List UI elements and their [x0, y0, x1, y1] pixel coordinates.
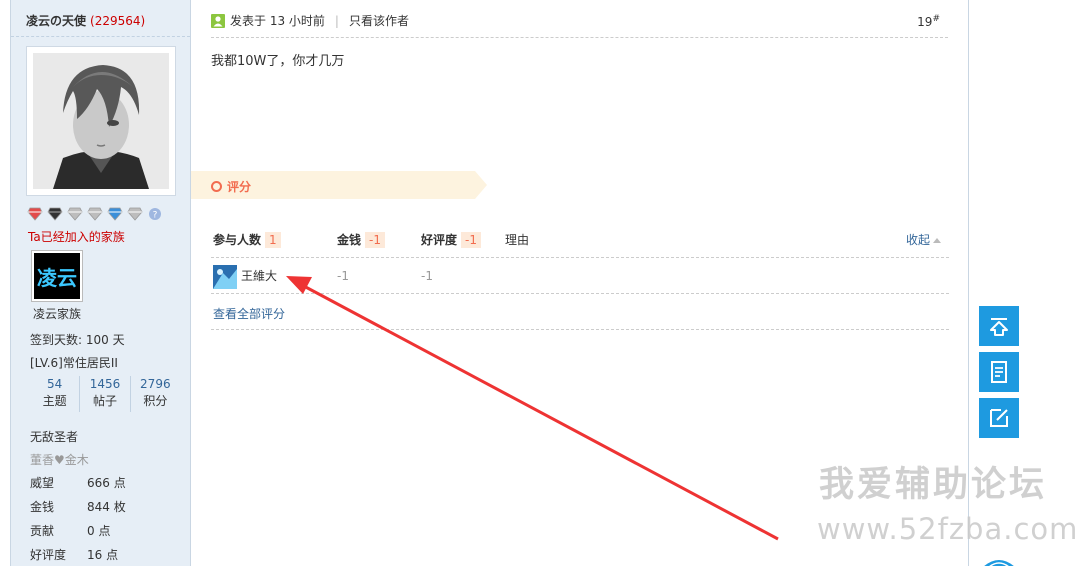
only-author-link[interactable]: 只看该作者	[349, 12, 409, 29]
rating-banner: 评分	[191, 171, 487, 199]
silver-medal-icon[interactable]	[87, 207, 103, 221]
rating-table: 参与人数 1 金钱 -1 好评度 -1 理由 收起 王維大 -1 -1 查看全部评分	[211, 222, 949, 330]
rating-title-text: 评分	[227, 180, 252, 194]
goodness-total-badge: -1	[461, 232, 481, 248]
divider	[11, 36, 190, 37]
rater-money: -1	[337, 269, 349, 283]
header-goodness: 好评度 -1	[421, 231, 481, 248]
stat-value: 2796	[140, 377, 171, 391]
floor-mark: #	[932, 14, 940, 24]
stat-label: 主题	[42, 394, 67, 408]
stat-threads[interactable]: 54 主题	[30, 376, 79, 412]
user-title: 无敌圣者	[30, 430, 79, 444]
floor-number[interactable]: 19#	[917, 14, 940, 29]
rating-title: 评分	[211, 178, 251, 195]
stat-value: 54	[47, 377, 63, 391]
author-sidebar: 凌云の天使 (229564) ? Ta已经加入的家族 凌云 凌云家族 签到天数:…	[10, 0, 191, 566]
divider	[211, 37, 948, 38]
svg-text:?: ?	[153, 211, 158, 221]
online-user-icon	[211, 13, 225, 28]
author-stats: 54 主题 1456 帖子 2796 积分	[30, 376, 180, 412]
post-content: 我都10W了，你才几万	[211, 54, 345, 69]
stat-label: 帖子	[92, 394, 117, 408]
checkin-days: 签到天数: 100 天	[30, 333, 125, 347]
header-money: 金钱 -1	[337, 231, 385, 248]
header-money-label: 金钱	[337, 233, 362, 247]
header-reason: 理由	[505, 233, 530, 247]
stat-points[interactable]: 2796 积分	[129, 376, 180, 412]
question-medal-icon[interactable]: ?	[147, 207, 163, 221]
post-time: 发表于 13 小时前	[230, 14, 325, 28]
detail-value: 666 点	[87, 476, 126, 490]
float-button-partial[interactable]	[979, 556, 1019, 566]
header-participants-label: 参与人数	[213, 233, 262, 247]
page: 凌云の天使 (229564) ? Ta已经加入的家族 凌云 凌云家族 签到天数:…	[0, 0, 1089, 566]
blue-medal-icon[interactable]	[107, 207, 123, 221]
watermark-url: www.52fzba.com	[817, 512, 1079, 546]
family-logo-text: 凌云	[37, 266, 77, 290]
author-avatar[interactable]	[26, 46, 176, 196]
author-name-link[interactable]: 凌云の天使	[26, 14, 86, 28]
detail-goodness: 好评度 16 点	[30, 546, 180, 563]
header-participants: 参与人数 1	[213, 231, 281, 248]
post-header: 发表于 13 小时前 | 只看该作者	[211, 12, 409, 29]
watermark-title: 我爱辅助论坛	[819, 465, 1048, 505]
red-medal-icon[interactable]	[27, 207, 43, 221]
author-uid: (229564)	[90, 14, 146, 28]
author-name-row: 凌云の天使 (229564)	[26, 12, 145, 29]
back-to-top-icon	[990, 318, 1008, 336]
divider: |	[334, 13, 339, 28]
medal-row: ?	[27, 207, 163, 221]
family-name-link[interactable]: 凌云家族	[33, 305, 81, 322]
avatar-image	[33, 53, 169, 189]
reply-list-button[interactable]	[979, 352, 1019, 392]
detail-key: 威望	[30, 476, 55, 490]
view-all-ratings-link[interactable]: 查看全部评分	[213, 305, 285, 322]
rating-header-row: 参与人数 1 金钱 -1 好评度 -1 理由 收起	[211, 222, 949, 258]
money-total-badge: -1	[365, 232, 385, 248]
silver-medal-icon[interactable]	[67, 207, 83, 221]
header-goodness-label: 好评度	[421, 233, 458, 247]
document-icon	[991, 361, 1007, 383]
view-all-row: 查看全部评分	[211, 294, 949, 330]
user-title-sub: 董香♥金木	[30, 453, 89, 467]
family-logo[interactable]: 凌云	[31, 250, 83, 302]
table-row: 王維大 -1 -1	[211, 258, 949, 294]
participants-count-badge: 1	[265, 232, 281, 248]
detail-value: 0 点	[87, 524, 111, 538]
detail-key: 金钱	[30, 500, 55, 514]
edit-icon	[990, 409, 1008, 427]
collapse-label: 收起	[905, 233, 930, 247]
detail-prestige: 威望 666 点	[30, 474, 180, 491]
detail-value: 16 点	[87, 548, 119, 562]
float-button-icon	[984, 560, 1014, 566]
stat-posts[interactable]: 1456 帖子	[79, 376, 129, 412]
back-to-top-button[interactable]	[979, 306, 1019, 346]
family-label: Ta已经加入的家族	[28, 230, 125, 244]
collapse-button[interactable]: 收起	[906, 231, 941, 248]
rater-name-link[interactable]: 王維大	[241, 267, 277, 284]
circle-icon	[211, 181, 222, 192]
stat-label: 积分	[143, 394, 168, 408]
floor-value: 19	[917, 15, 933, 29]
detail-key: 贡献	[30, 524, 55, 538]
user-level[interactable]: [LV.6]常住居民II	[30, 354, 118, 371]
detail-contribution: 贡献 0 点	[30, 522, 180, 539]
detail-money: 金钱 844 枚	[30, 498, 180, 515]
silver-medal-icon[interactable]	[127, 207, 143, 221]
quick-reply-button[interactable]	[979, 398, 1019, 438]
stat-value: 1456	[89, 377, 121, 391]
chevron-up-icon	[933, 238, 941, 243]
detail-key: 好评度	[30, 548, 67, 562]
rater-avatar[interactable]	[213, 265, 237, 289]
rater-goodness: -1	[421, 269, 433, 283]
detail-value: 844 枚	[87, 500, 126, 514]
black-medal-icon[interactable]	[47, 207, 63, 221]
